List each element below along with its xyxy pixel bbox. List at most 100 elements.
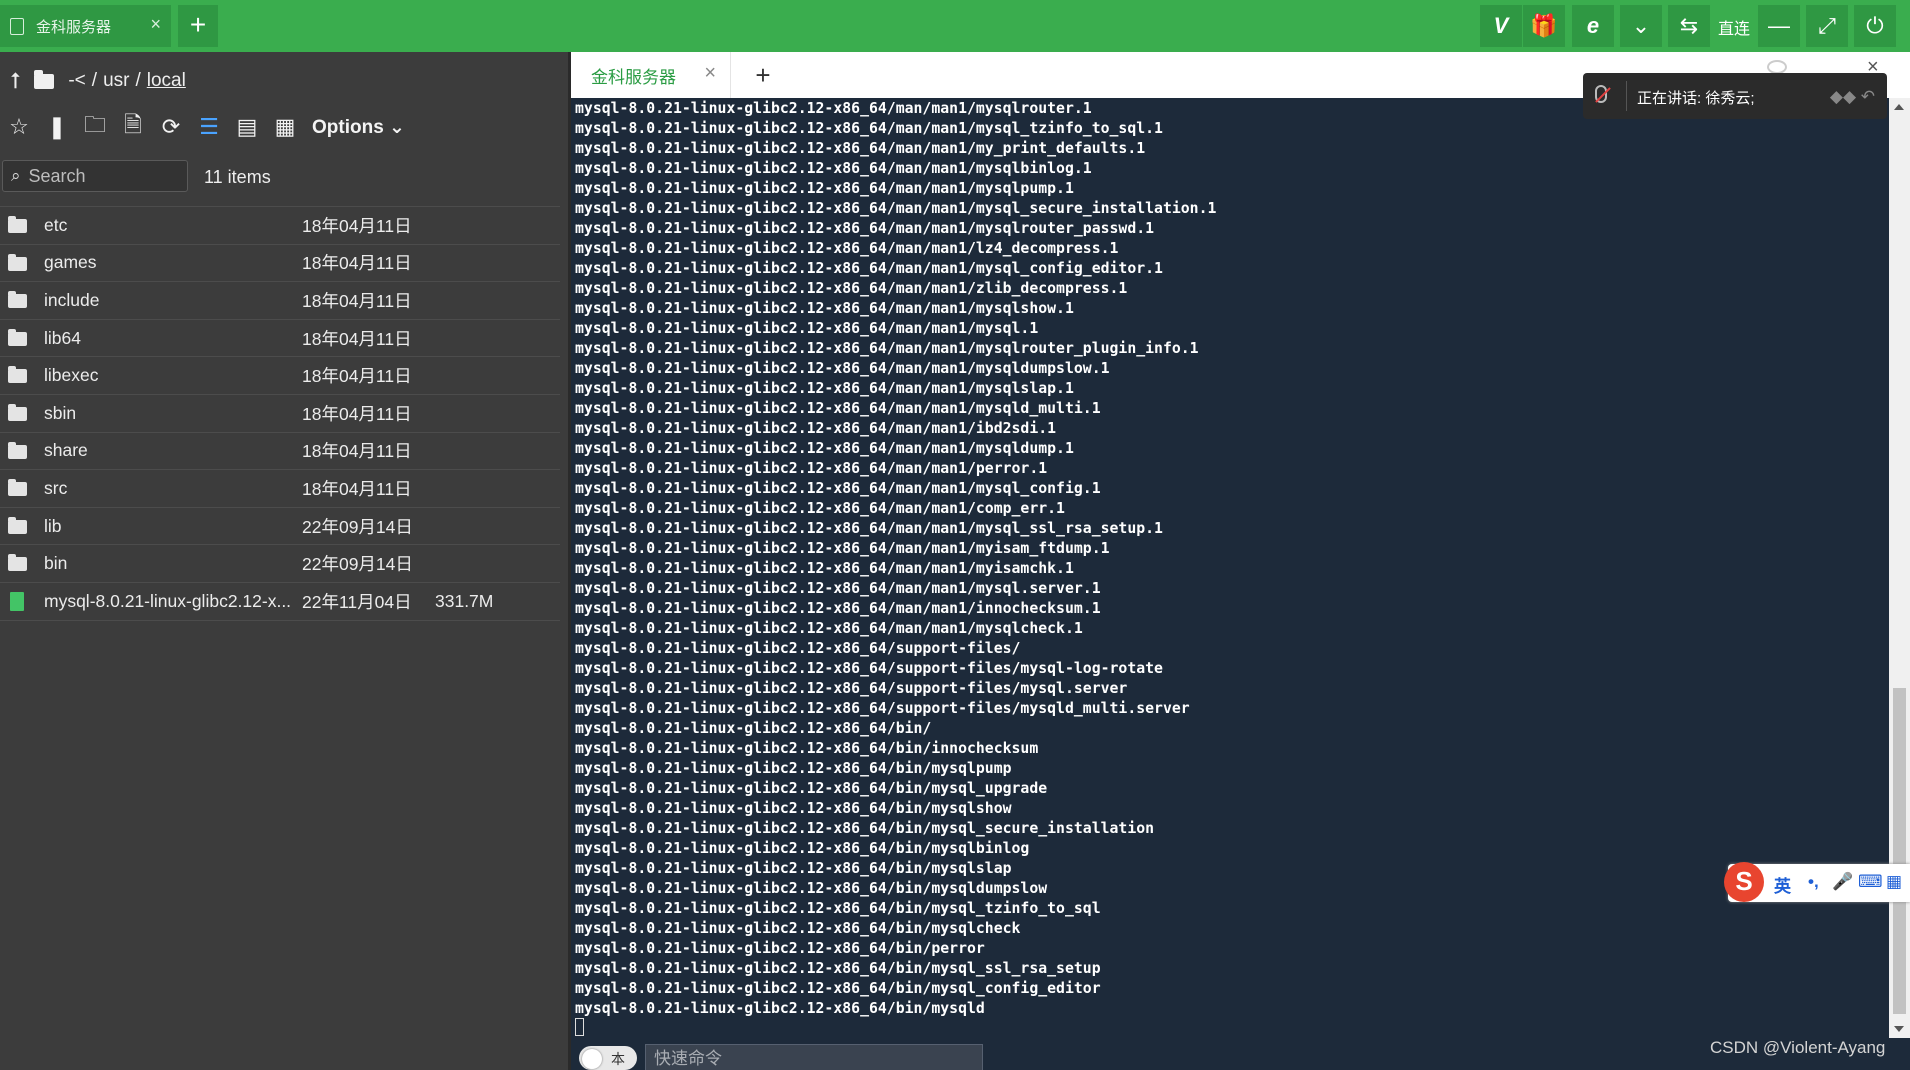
file-row-etc[interactable]: etc 18年04月11日 [0, 207, 560, 245]
detail-view-icon[interactable]: ▤ [234, 114, 260, 140]
add-terminal-tab-button[interactable]: + [741, 52, 785, 98]
folder-icon [8, 366, 27, 384]
scroll-up-icon[interactable] [1894, 104, 1904, 110]
file-row-share[interactable]: share 18年04月11日 [0, 433, 560, 471]
terminal-line: mysql-8.0.21-linux-glibc2.12-x86_64/man/… [575, 540, 1110, 557]
terminal-line: mysql-8.0.21-linux-glibc2.12-x86_64/man/… [575, 480, 1101, 497]
terminal-line: mysql-8.0.21-linux-glibc2.12-x86_64/bin/… [575, 900, 1101, 917]
terminal-tab-title: 金科服务器 [591, 67, 676, 87]
file-name: libexec [44, 365, 99, 386]
terminal-line: mysql-8.0.21-linux-glibc2.12-x86_64/man/… [575, 420, 1057, 437]
terminal-line: mysql-8.0.21-linux-glibc2.12-x86_64/man/… [575, 440, 1074, 457]
options-dropdown[interactable]: Options ⌄ [312, 116, 405, 139]
speaking-notification: 正在讲话: 徐秀云; ◆◆ ↶ [1583, 73, 1887, 119]
search-input[interactable] [28, 165, 169, 187]
app-tab-server[interactable]: 金科服务器 × [0, 5, 171, 47]
local-toggle[interactable]: 本 [579, 1046, 637, 1070]
terminal-tab-server[interactable]: 金科服务器 × [571, 52, 731, 98]
terminal-line: mysql-8.0.21-linux-glibc2.12-x86_64/supp… [575, 640, 1021, 657]
terminal-line: mysql-8.0.21-linux-glibc2.12-x86_64/bin/… [575, 740, 1039, 757]
refresh-icon[interactable]: ⟳ [158, 114, 184, 140]
terminal-output[interactable]: mysql-8.0.21-linux-glibc2.12-x86_64/man/… [571, 98, 1889, 1038]
punctuation-icon[interactable]: •, [1808, 872, 1819, 892]
search-box: ⌕ [2, 160, 188, 192]
vip-icon[interactable]: V [1480, 5, 1522, 47]
file-date: 22年09月14日 [302, 554, 413, 575]
bookmark-icon[interactable]: ❚ [44, 114, 70, 140]
scroll-down-icon[interactable] [1894, 1026, 1904, 1032]
list-view-icon[interactable]: ☰ [196, 114, 222, 140]
popup-controls-icon[interactable]: ◆◆ ↶ [1830, 87, 1875, 107]
file-row-src[interactable]: src 18年04月11日 [0, 470, 560, 508]
quick-command-input[interactable] [645, 1044, 983, 1070]
breadcrumb: ⭡ -< / usr / local [10, 68, 186, 94]
file-name: lib [44, 515, 62, 536]
parent-directory-icon[interactable]: ⭡ [10, 68, 20, 94]
terminal-line: mysql-8.0.21-linux-glibc2.12-x86_64/bin/… [575, 920, 1021, 937]
file-name: bin [44, 553, 68, 574]
file-row-lib64[interactable]: lib64 18年04月11日 [0, 320, 560, 358]
scrollbar-thumb[interactable] [1893, 688, 1906, 1014]
item-count: 11 items [204, 167, 271, 187]
fullscreen-icon[interactable]: ⤢ [1806, 5, 1848, 47]
file-date: 18年04月11日 [302, 215, 412, 236]
toggle-label: 本 [611, 1051, 625, 1067]
minimize-icon[interactable]: — [1758, 5, 1800, 47]
terminal-line: mysql-8.0.21-linux-glibc2.12-x86_64/bin/… [575, 840, 1030, 857]
title-bar: 金科服务器 × + V 🎁 e ⌄ ⇆ 直连 — ⤢ ⏻ [0, 0, 1910, 52]
file-row-games[interactable]: games 18年04月11日 [0, 245, 560, 283]
file-date: 18年04月11日 [302, 366, 412, 387]
terminal-line: mysql-8.0.21-linux-glibc2.12-x86_64/man/… [575, 220, 1155, 237]
star-icon[interactable]: ☆ [6, 114, 32, 140]
breadcrumb-root[interactable]: -< [68, 70, 85, 92]
gear-icon[interactable] [1767, 60, 1787, 74]
file-name: lib64 [44, 327, 81, 348]
apps-grid-icon[interactable]: ▦ [1886, 872, 1902, 892]
new-file-icon[interactable]: 🗎 [120, 112, 146, 140]
terminal-line: mysql-8.0.21-linux-glibc2.12-x86_64/bin/ [575, 720, 932, 737]
new-tab-button[interactable]: + [178, 5, 218, 47]
file-row-bin[interactable]: bin 22年09月14日 [0, 545, 560, 583]
new-folder-icon[interactable]: 🗀 [82, 112, 108, 140]
close-icon[interactable]: × [704, 62, 716, 85]
voice-input-icon[interactable]: 🎤 [1832, 872, 1853, 892]
breadcrumb-separator: / [91, 70, 98, 91]
power-icon[interactable]: ⏻ [1854, 5, 1896, 47]
ime-language-toggle[interactable]: 英 [1774, 872, 1791, 897]
terminal-line: mysql-8.0.21-linux-glibc2.12-x86_64/supp… [575, 680, 1128, 697]
terminal-line: mysql-8.0.21-linux-glibc2.12-x86_64/bin/… [575, 820, 1155, 837]
grid-view-icon[interactable]: ▦ [272, 114, 298, 140]
swap-icon[interactable]: ⇆ [1668, 5, 1710, 47]
terminal-line: mysql-8.0.21-linux-glibc2.12-x86_64/man/… [575, 260, 1163, 277]
folder-icon[interactable] [34, 69, 55, 89]
file-row-lib[interactable]: lib 22年09月14日 [0, 508, 560, 546]
close-icon[interactable]: × [150, 14, 161, 35]
file-date: 22年11月04日 [302, 591, 412, 612]
muted-mic-icon[interactable] [1595, 85, 1607, 103]
terminal-line: mysql-8.0.21-linux-glibc2.12-x86_64/man/… [575, 580, 1101, 597]
chevron-down-icon[interactable]: ⌄ [1620, 5, 1662, 47]
terminal-line: mysql-8.0.21-linux-glibc2.12-x86_64/man/… [575, 600, 1101, 617]
file-toolbar: ☆ ❚ 🗀 🗎 ⟳ ☰ ▤ ▦ Options ⌄ [6, 112, 405, 140]
sogou-logo-icon[interactable]: S [1724, 862, 1764, 902]
file-row-libexec[interactable]: libexec 18年04月11日 [0, 357, 560, 395]
file-row-mysql-archive[interactable]: mysql-8.0.21-linux-glibc2.12-x... 22年11月0… [0, 583, 560, 621]
direct-connect-label[interactable]: 直连 [1718, 15, 1750, 39]
file-date: 18年04月11日 [302, 478, 412, 499]
terminal-line: mysql-8.0.21-linux-glibc2.12-x86_64/man/… [575, 140, 1146, 157]
folder-icon [8, 291, 27, 309]
browser-icon[interactable]: e [1572, 5, 1614, 47]
file-row-include[interactable]: include 18年04月11日 [0, 282, 560, 320]
gift-icon[interactable]: 🎁 [1523, 5, 1565, 47]
terminal-line: mysql-8.0.21-linux-glibc2.12-x86_64/man/… [575, 360, 1110, 377]
file-row-sbin[interactable]: sbin 18年04月11日 [0, 395, 560, 433]
keyboard-icon[interactable]: ⌨ [1858, 872, 1883, 892]
file-browser-panel: ⭡ -< / usr / local ☆ ❚ 🗀 🗎 ⟳ ☰ ▤ ▦ Optio… [0, 52, 570, 1070]
terminal-line: mysql-8.0.21-linux-glibc2.12-x86_64/bin/… [575, 760, 1012, 777]
terminal-line: mysql-8.0.21-linux-glibc2.12-x86_64/man/… [575, 120, 1163, 137]
breadcrumb-local[interactable]: local [147, 70, 186, 92]
file-date: 18年04月11日 [302, 253, 412, 274]
file-date: 18年04月11日 [302, 328, 412, 349]
breadcrumb-usr[interactable]: usr [103, 70, 129, 92]
terminal-line: mysql-8.0.21-linux-glibc2.12-x86_64/supp… [575, 700, 1190, 717]
